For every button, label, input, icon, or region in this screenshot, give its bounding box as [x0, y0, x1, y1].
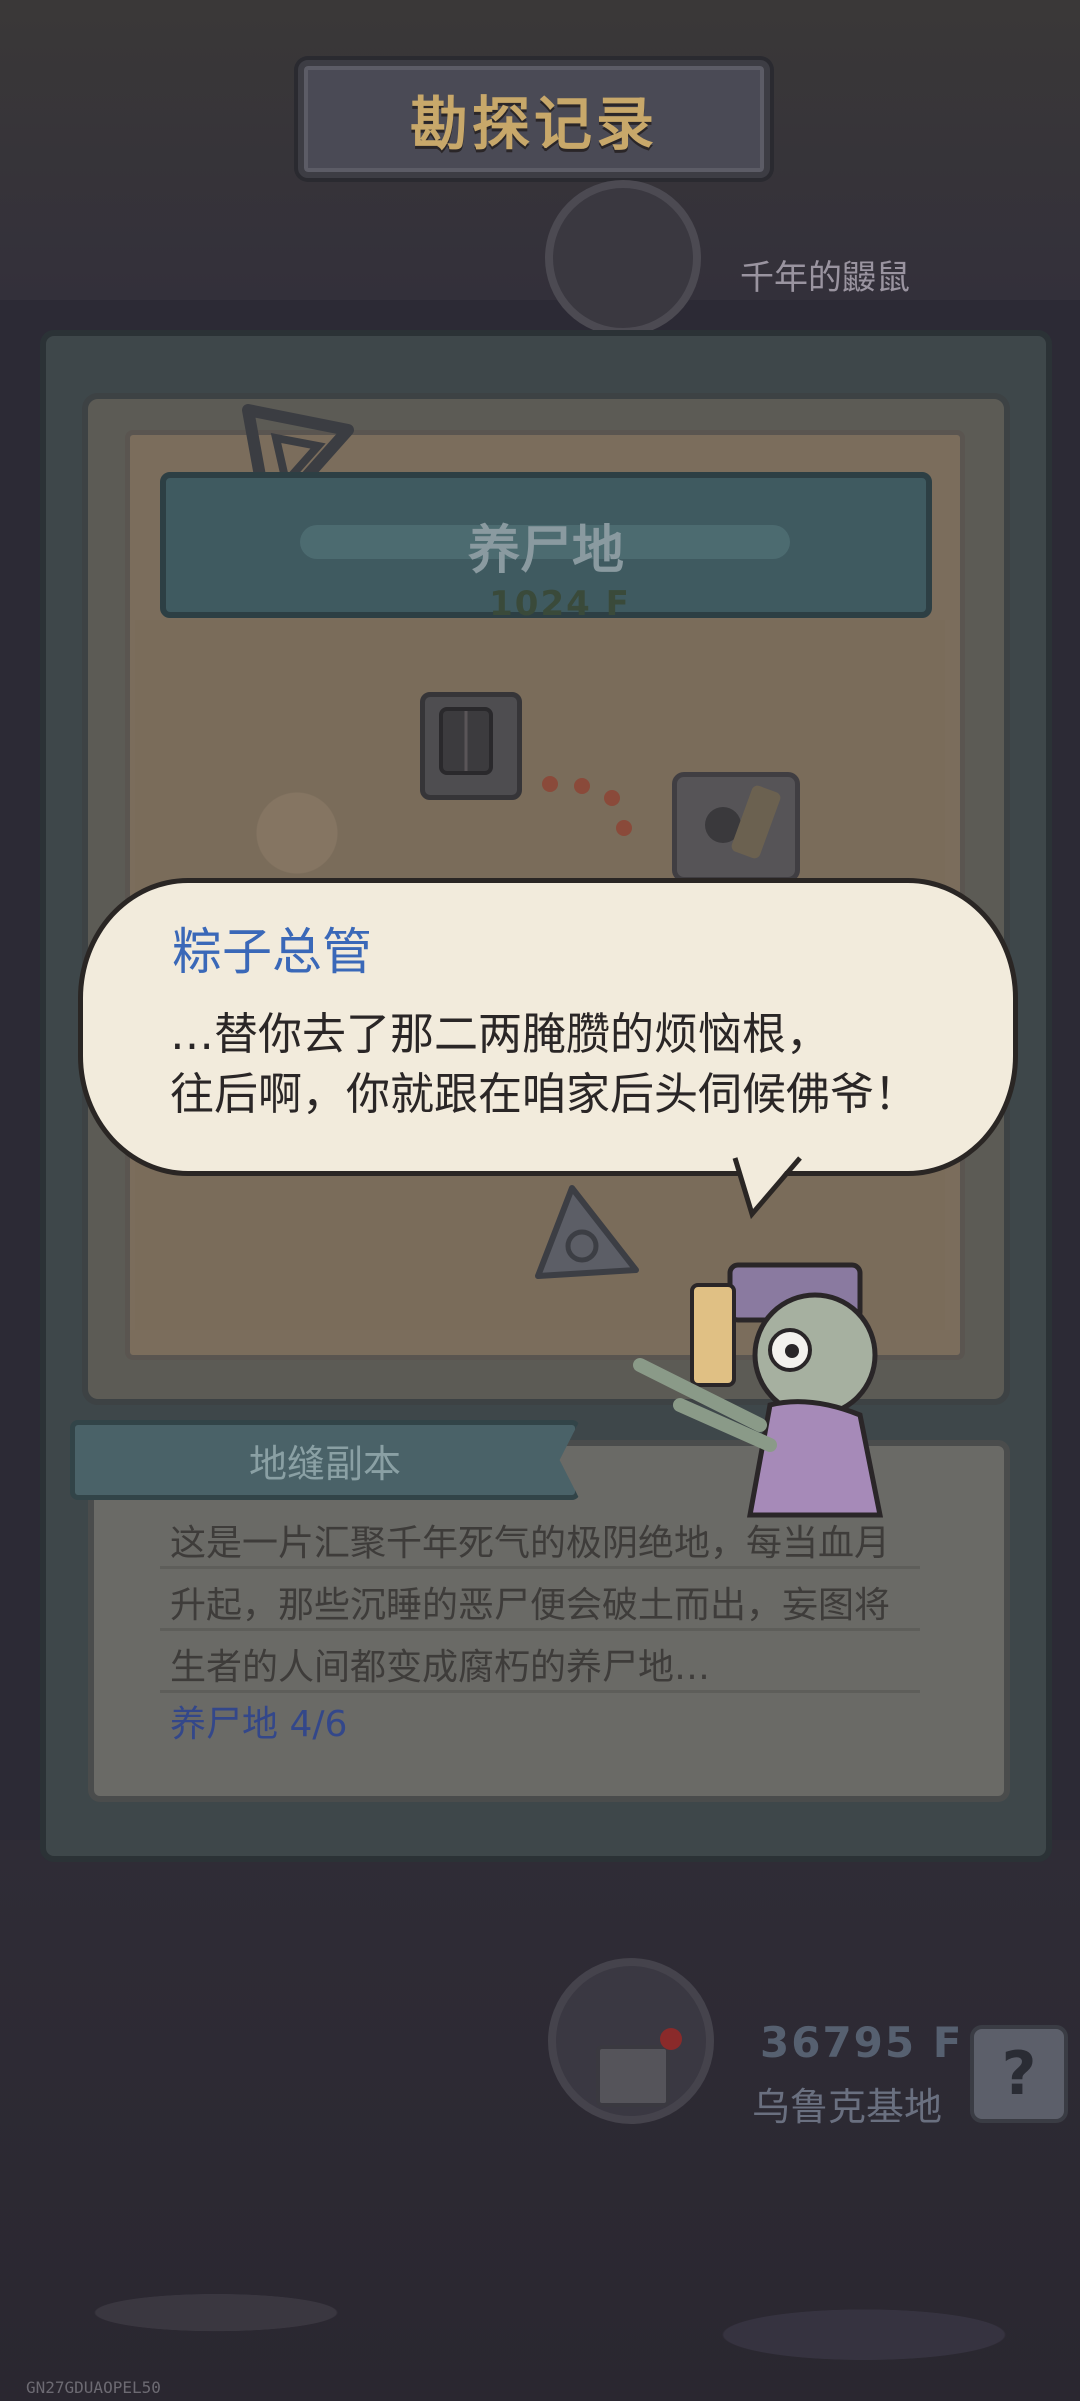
dialog-line: 往后啊，你就跟在咱家后头伺候佛爷！ [170, 1069, 918, 1120]
dialog-bubble-tail [732, 1152, 802, 1220]
alert-dot [660, 2028, 682, 2050]
top-medallion[interactable] [545, 180, 701, 336]
description-rule [160, 1566, 920, 1569]
zone-floor: 1024 F [489, 584, 631, 624]
description-rule [160, 1628, 920, 1631]
door-icon[interactable] [420, 692, 522, 800]
dialog-speaker: 粽子总管 [172, 923, 372, 981]
description-tab-label: 地缝副本 [248, 1441, 401, 1486]
station-name: 乌鲁克基地 [752, 2085, 943, 2129]
top-zone-label: 千年的鼹鼠 [740, 258, 910, 298]
description-rule [160, 1690, 920, 1693]
build-id: GN27GDUAOPEL50 [26, 2378, 161, 2397]
path-dot [616, 820, 632, 836]
zombie-character-icon [633, 1262, 884, 1518]
page-title: 勘探记录 [409, 90, 658, 158]
description-line: 生者的人间都变成腐朽的养尸地… [170, 1647, 711, 1688]
dialog-line: …替你去了那二两腌臜的烦恼根， [170, 1009, 830, 1060]
bottom-rocks [0, 2180, 1080, 2401]
portal-icon[interactable] [672, 772, 800, 882]
path-dot [604, 790, 620, 806]
station-floor: 36795 F [760, 2018, 964, 2067]
map-icon[interactable] [596, 2045, 670, 2107]
path-dot [542, 776, 558, 792]
help-button[interactable]: ? [970, 2025, 1068, 2123]
path-dot [574, 778, 590, 794]
zone-progress: 养尸地 4/6 [170, 1704, 348, 1745]
description-line: 升起，那些沉睡的恶尸便会破土而出，妄图将 [170, 1585, 891, 1626]
